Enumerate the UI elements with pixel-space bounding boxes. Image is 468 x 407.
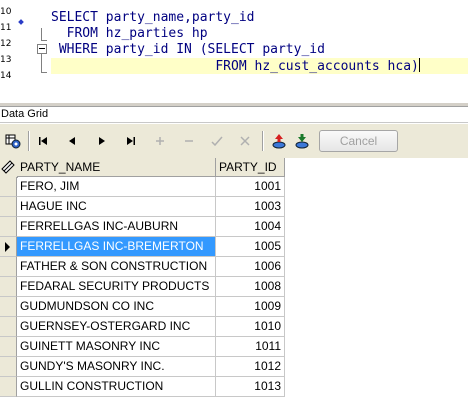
cell-party-name[interactable]: GUINETT MASONRY INC <box>17 337 216 357</box>
row-indicator[interactable] <box>0 277 17 297</box>
bookmark-icon[interactable] <box>18 19 24 25</box>
grid-settings-icon[interactable] <box>4 133 22 149</box>
line-number: 14 <box>0 71 12 81</box>
text-caret <box>418 58 420 72</box>
line-number: 10 <box>0 7 12 17</box>
fold-guide <box>41 28 42 40</box>
code-line: WHERE party_id IN (SELECT party_id <box>51 42 325 57</box>
cell-party-id[interactable]: 1008 <box>216 277 285 297</box>
row-indicator[interactable] <box>0 257 17 277</box>
post-edit-icon[interactable] <box>208 133 226 149</box>
code-line: SELECT party_name,party_id <box>51 10 255 25</box>
prior-record-icon[interactable] <box>63 133 81 149</box>
cell-party-id[interactable]: 1005 <box>216 237 285 257</box>
cell-party-name[interactable]: FERRELLGAS INC-BREMERTON <box>17 237 216 257</box>
data-grid[interactable]: PARTY_NAME PARTY_ID FERO, JIM 1001 HAGUE I… <box>0 158 468 407</box>
grid-corner[interactable] <box>0 158 18 178</box>
data-grid-panel-header: Data Grid <box>0 107 468 123</box>
cell-party-id[interactable]: 1013 <box>216 377 285 397</box>
cell-party-id[interactable]: 1012 <box>216 357 285 377</box>
column-header-party-name[interactable]: PARTY_NAME <box>17 158 216 177</box>
import-icon[interactable] <box>293 133 311 149</box>
cell-party-id[interactable]: 1003 <box>216 197 285 217</box>
pencil-icon <box>1 160 15 174</box>
export-icon[interactable] <box>270 133 288 149</box>
first-record-icon[interactable] <box>34 133 52 149</box>
row-indicator[interactable] <box>0 197 17 217</box>
toolbar-separator <box>262 131 264 151</box>
toolbar-separator <box>28 131 30 151</box>
cell-party-name[interactable]: GUNDY'S MASONRY INC. <box>17 357 216 377</box>
row-indicator[interactable] <box>0 357 17 377</box>
code-line: FROM hz_parties hp <box>51 26 208 41</box>
row-indicator[interactable] <box>0 177 17 197</box>
current-row-arrow-icon <box>5 242 10 252</box>
cell-party-name[interactable]: FERRELLGAS INC-AUBURN <box>17 217 216 237</box>
cell-party-name[interactable]: FEDARAL SECURITY PRODUCTS <box>17 277 216 297</box>
line-number: 11 <box>0 23 12 33</box>
fold-guide <box>41 54 42 72</box>
row-indicator[interactable] <box>0 337 17 357</box>
delete-record-icon[interactable] <box>180 133 198 149</box>
row-indicator[interactable] <box>0 377 17 397</box>
cell-party-id[interactable]: 1001 <box>216 177 285 197</box>
line-number: 13 <box>0 55 12 65</box>
cell-party-name[interactable]: FATHER & SON CONSTRUCTION <box>17 257 216 277</box>
cell-party-name[interactable]: GULLIN CONSTRUCTION <box>17 377 216 397</box>
panel-title: Data Grid <box>1 108 49 120</box>
insert-record-icon[interactable] <box>151 133 169 149</box>
line-number: 12 <box>0 39 12 49</box>
data-grid-toolbar: Cancel <box>0 123 468 159</box>
column-header-party-id[interactable]: PARTY_ID <box>216 158 285 177</box>
cell-party-id[interactable]: 1010 <box>216 317 285 337</box>
line-number-gutter: 10 11 12 13 14 <box>0 0 30 103</box>
cell-party-id[interactable]: 1011 <box>216 337 285 357</box>
row-indicator[interactable] <box>0 317 17 337</box>
fold-guide-end <box>41 72 47 73</box>
cancel-edit-icon[interactable] <box>236 133 254 149</box>
cancel-button[interactable]: Cancel <box>319 130 398 152</box>
cell-party-name[interactable]: GUDMUNDSON CO INC <box>17 297 216 317</box>
cell-party-name[interactable]: GUERNSEY-OSTERGARD INC <box>17 317 216 337</box>
last-record-icon[interactable] <box>122 133 140 149</box>
next-record-icon[interactable] <box>93 133 111 149</box>
fold-guide-end <box>41 40 47 41</box>
sql-editor[interactable]: 10 11 12 13 14 SELECT party_name,party_i… <box>0 0 468 103</box>
cell-party-name[interactable]: HAGUE INC <box>17 197 216 217</box>
fold-collapse-icon[interactable] <box>37 44 47 54</box>
cell-party-id[interactable]: 1004 <box>216 217 285 237</box>
cell-party-id[interactable]: 1006 <box>216 257 285 277</box>
code-text: FROM hz_cust_accounts hca) <box>51 59 419 74</box>
code-line-current: FROM hz_cust_accounts hca) <box>51 58 420 74</box>
cell-party-name[interactable]: FERO, JIM <box>17 177 216 197</box>
cell-party-id[interactable]: 1009 <box>216 297 285 317</box>
row-indicator[interactable] <box>0 237 17 257</box>
row-indicator[interactable] <box>0 217 17 237</box>
row-indicator[interactable] <box>0 297 17 317</box>
